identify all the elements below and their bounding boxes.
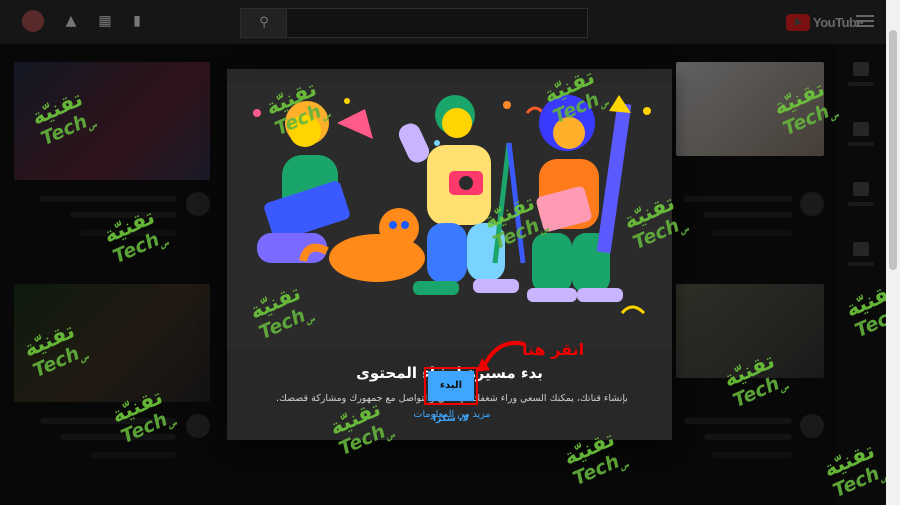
youtube-logo[interactable]: YouTube: [786, 12, 864, 32]
search-input[interactable]: [286, 8, 588, 38]
search-icon[interactable]: ⚲: [240, 8, 288, 38]
scrollbar-thumb[interactable]: [889, 30, 897, 270]
account-avatar[interactable]: [22, 10, 44, 32]
youtube-play-icon: [786, 13, 810, 31]
click-here-annotation: انقر هنا: [522, 340, 585, 359]
hamburger-menu-icon[interactable]: [856, 12, 874, 30]
bell-icon[interactable]: ▲: [62, 12, 80, 30]
no-thanks-button[interactable]: لا، شكرًا: [425, 414, 477, 424]
youtube-page: ▲ ▦ ▮ ⚲ YouTube بدء مسيرة المحتوى بإنشاء…: [0, 0, 900, 505]
apps-grid-icon[interactable]: ▦: [96, 12, 114, 30]
page-scrollbar[interactable]: [886, 0, 900, 505]
start-button[interactable]: البدء: [428, 371, 474, 401]
creators-illustration: [227, 83, 672, 347]
masthead: ▲ ▦ ▮ ⚲ YouTube: [0, 0, 886, 44]
upload-icon[interactable]: ▮: [128, 12, 146, 30]
